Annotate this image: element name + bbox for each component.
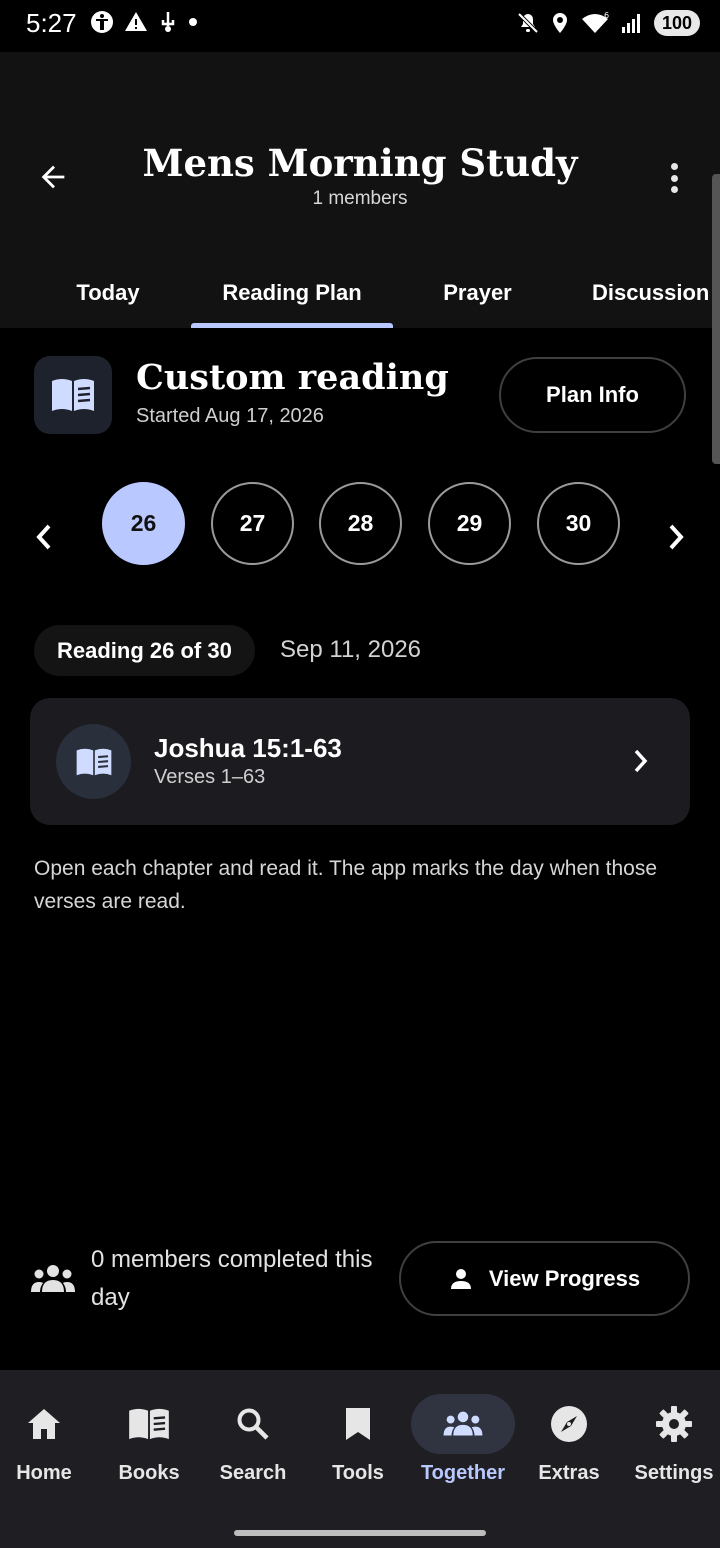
nav-tools[interactable]: Tools <box>308 1394 408 1485</box>
nav-icon-container <box>97 1394 201 1454</box>
day-30-button[interactable]: 30 <box>537 482 620 565</box>
chevron-right-icon <box>669 524 684 550</box>
battery-indicator: 100 <box>653 10 700 36</box>
group-icon <box>443 1411 483 1436</box>
more-dot-icon <box>670 186 678 193</box>
nav-settings[interactable]: Settings <box>624 1394 720 1485</box>
nav-icon-container <box>411 1394 515 1454</box>
nav-tools-label: Tools <box>332 1462 384 1484</box>
dot-icon <box>189 18 197 26</box>
status-system-icons: 6 100 <box>516 10 700 36</box>
nav-search[interactable]: Search <box>203 1394 303 1485</box>
nav-home-label: Home <box>16 1462 72 1484</box>
next-days-button[interactable] <box>656 512 696 562</box>
status-bar: 5:27 6 100 <box>0 0 720 52</box>
arrow-back-icon <box>41 165 65 189</box>
previous-days-button[interactable] <box>24 512 64 562</box>
mute-icon <box>517 12 539 34</box>
search-icon <box>237 1408 269 1440</box>
day-28-button[interactable]: 28 <box>319 482 402 565</box>
nav-icon-container <box>201 1394 305 1454</box>
reading-card[interactable]: Joshua 15:1-63 Verses 1–63 <box>30 698 690 825</box>
book-icon <box>129 1408 169 1440</box>
card-icon-circle <box>56 724 131 799</box>
plan-title: Custom reading <box>136 357 449 398</box>
day-29-button[interactable]: 29 <box>428 482 511 565</box>
nav-books[interactable]: Books <box>99 1394 199 1485</box>
plan-info-button[interactable]: Plan Info <box>499 357 686 433</box>
more-options-button[interactable] <box>662 158 686 198</box>
reading-passage-title: Joshua 15:1-63 <box>154 733 342 763</box>
nav-search-label: Search <box>219 1462 287 1484</box>
home-icon <box>28 1409 60 1439</box>
day-27-button[interactable]: 27 <box>211 482 294 565</box>
reading-date: Sep 11, 2026 <box>280 636 422 663</box>
reading-verses: Verses 1–63 <box>154 766 266 788</box>
tab-reading-plan[interactable]: Reading Plan <box>191 258 393 328</box>
members-completed-text: 0 members completed this day <box>91 1246 373 1311</box>
wifi-icon: 6 <box>581 11 609 33</box>
status-notification-icons <box>90 10 198 34</box>
reading-progress-chip: Reading 26 of 30 <box>34 625 255 676</box>
tab-prayer[interactable]: Prayer <box>400 258 555 328</box>
app-bar: Mens Morning Study 1 members Today Readi… <box>0 52 720 328</box>
nav-extras[interactable]: Extras <box>519 1394 619 1485</box>
nav-together[interactable]: Together <box>411 1394 515 1485</box>
tab-indicator <box>191 323 393 328</box>
status-time: 5:27 <box>26 8 77 38</box>
tab-today[interactable]: Today <box>28 258 188 328</box>
group-icon <box>31 1265 75 1292</box>
bottom-navigation: Home Books Search Tools Together Extras <box>0 1370 720 1548</box>
more-dot-icon <box>670 174 678 182</box>
page-title: Mens Morning Study <box>142 141 578 185</box>
bookmark-icon <box>346 1408 370 1440</box>
plan-icon-tile <box>34 356 112 434</box>
book-icon <box>52 379 94 411</box>
svg-text:6: 6 <box>604 11 609 20</box>
book-icon <box>76 748 111 775</box>
usb-icon <box>161 12 175 32</box>
nav-extras-label: Extras <box>538 1462 600 1484</box>
more-dot-icon <box>670 163 678 170</box>
member-count: 1 members <box>312 188 408 209</box>
chevron-left-icon <box>36 524 51 550</box>
person-icon <box>450 1268 471 1289</box>
tab-discussion[interactable]: Discussion <box>580 258 720 328</box>
scrollbar[interactable] <box>712 174 720 464</box>
chevron-right-icon <box>626 746 656 776</box>
compass-icon <box>551 1406 587 1442</box>
reading-instructions: Open each chapter and read it. The app m… <box>34 857 658 913</box>
title-block: Mens Morning Study 1 members <box>110 140 610 210</box>
gear-icon <box>656 1406 692 1442</box>
location-icon <box>552 13 567 33</box>
warning-icon <box>125 12 147 31</box>
nav-together-label: Together <box>420 1462 506 1484</box>
signal-icon <box>621 14 640 33</box>
nav-icon-container <box>306 1394 410 1454</box>
home-indicator[interactable] <box>234 1530 486 1536</box>
nav-icon-container <box>0 1394 96 1454</box>
accessibility-icon <box>91 11 113 33</box>
view-progress-button[interactable]: View Progress <box>399 1241 690 1316</box>
nav-settings-label: Settings <box>634 1462 714 1484</box>
back-button[interactable] <box>28 152 78 202</box>
nav-books-label: Books <box>118 1462 180 1484</box>
nav-icon-container <box>517 1394 621 1454</box>
plan-start-date: Started Aug 17, 2026 <box>136 405 324 427</box>
view-progress-label: View Progress <box>488 1265 641 1291</box>
nav-home[interactable]: Home <box>0 1394 94 1485</box>
tab-bar: Today Reading Plan Prayer Discussion <box>0 258 720 328</box>
day-26-button[interactable]: 26 <box>102 482 185 565</box>
nav-icon-container <box>622 1394 720 1454</box>
